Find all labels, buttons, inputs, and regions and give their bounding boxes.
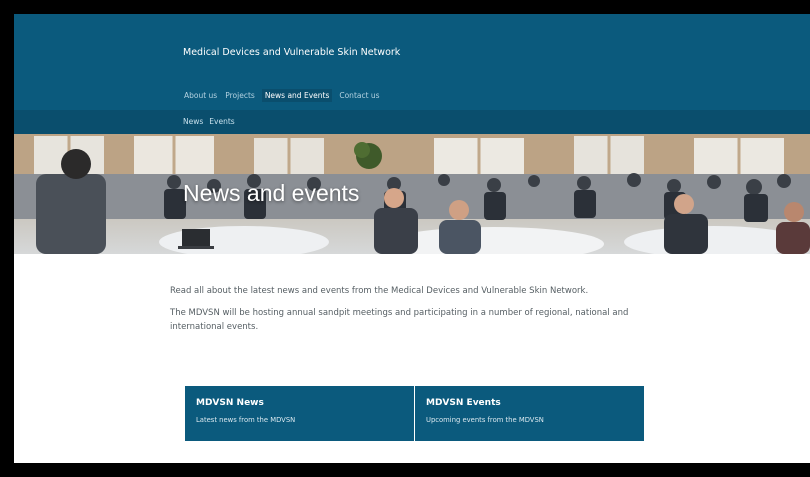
news-card-button[interactable]: MDVSN News Latest news from the MDVSN [185,386,414,441]
intro-paragraph-2: The MDVSN will be hosting annual sandpit… [170,308,629,332]
intro-paragraph-1: Read all about the latest news and event… [170,286,589,296]
card-title: MDVSN News [196,398,264,408]
main-nav: About us Projects News and Events Contac… [183,89,381,102]
nav-item-projects[interactable]: Projects [224,91,256,102]
subnav-item-events[interactable]: Events [209,117,234,126]
nav-item-news-and-events[interactable]: News and Events [261,89,333,102]
browser-page: Medical Devices and Vulnerable Skin Netw… [14,14,810,463]
sub-nav: News Events [14,110,810,134]
nav-item-about-us[interactable]: About us [183,91,218,102]
subnav-item-news[interactable]: News [183,117,203,126]
events-card-button[interactable]: MDVSN Events Upcoming events from the MD… [415,386,644,441]
hero-banner: News and events [14,134,810,254]
page-title: News and events [183,180,360,206]
nav-item-contact-us[interactable]: Contact us [338,91,380,102]
card-description: Latest news from the MDVSN [196,416,296,424]
card-description: Upcoming events from the MDVSN [426,416,544,424]
site-header: Medical Devices and Vulnerable Skin Netw… [14,14,810,110]
intro-text: Read all about the latest news and event… [170,284,630,342]
conference-photo [14,134,810,254]
site-title[interactable]: Medical Devices and Vulnerable Skin Netw… [183,47,400,58]
card-title: MDVSN Events [426,398,501,408]
